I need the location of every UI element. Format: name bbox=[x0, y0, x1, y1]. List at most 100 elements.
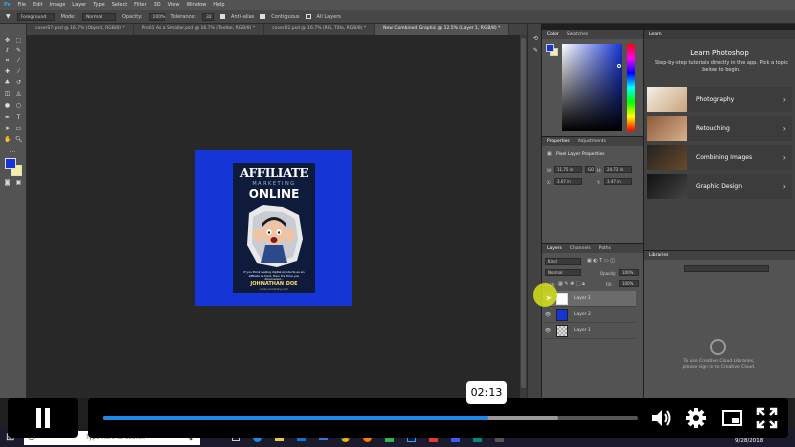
mode-label: Mode: bbox=[60, 13, 76, 20]
history-panel-icon[interactable]: ⟲ bbox=[532, 36, 539, 42]
foreground-color-swatch[interactable] bbox=[5, 158, 16, 169]
marquee-tool-icon[interactable]: ⬚ bbox=[15, 38, 22, 44]
dodge-tool-icon[interactable]: ○ bbox=[15, 103, 22, 109]
antialias-checkbox[interactable] bbox=[220, 14, 226, 19]
visibility-eye-icon[interactable]: 👁︎ bbox=[543, 312, 553, 318]
link-dimensions-button[interactable]: GO bbox=[585, 166, 595, 173]
document-canvas[interactable]: AFFILIATE MARKETING ONLINE If you think … bbox=[195, 150, 352, 306]
brush-tool-icon[interactable]: ⁄ bbox=[15, 69, 22, 75]
menu-filter[interactable]: Filter bbox=[134, 2, 146, 8]
eraser-tool-icon[interactable]: ◫ bbox=[4, 91, 11, 97]
hand-tool-icon[interactable]: ✋ bbox=[4, 137, 11, 143]
learn-item-graphic-design[interactable]: Graphic Design › bbox=[647, 174, 792, 199]
menu-edit[interactable]: Edit bbox=[33, 2, 43, 8]
volume-icon[interactable] bbox=[650, 407, 672, 429]
pen-tool-icon[interactable]: ✒ bbox=[4, 115, 11, 121]
scroll-thumb[interactable] bbox=[521, 38, 526, 388]
tab-doc-3[interactable]: cover02.psd @ 16.7% (RG, Title, RGB/8) * bbox=[264, 24, 376, 35]
layer-name[interactable]: Layer 2 bbox=[574, 312, 591, 317]
tab-color[interactable]: Color bbox=[547, 32, 559, 37]
history-brush-icon[interactable]: ↺ bbox=[15, 80, 22, 86]
layer-filter-icons[interactable]: ▣ ◐ T ▭ ◫ bbox=[587, 258, 615, 264]
width-input[interactable]: 11.75 in bbox=[554, 166, 582, 173]
stamp-tool-icon[interactable]: ♣ bbox=[4, 80, 11, 86]
mode-select[interactable]: Normal bbox=[81, 12, 116, 21]
eyedropper-tool-icon[interactable]: ⁄ bbox=[15, 58, 22, 64]
fullscreen-icon[interactable] bbox=[756, 407, 778, 429]
layer-row[interactable]: 👁︎ Layer 2 bbox=[543, 307, 636, 323]
tab-swatches[interactable]: Swatches bbox=[567, 32, 589, 37]
color-fg-swatch[interactable] bbox=[546, 44, 554, 52]
paint-bucket-icon[interactable]: ▼ bbox=[6, 13, 11, 20]
brush-panel-icon[interactable]: ✎ bbox=[532, 48, 539, 54]
layer-opacity-input[interactable]: 100% bbox=[619, 269, 639, 276]
retouching-thumbnail bbox=[647, 116, 687, 141]
x-input[interactable]: 3.07 in bbox=[554, 178, 582, 185]
color-picker-field[interactable] bbox=[562, 44, 622, 131]
layer-filter-select[interactable]: Kind bbox=[545, 258, 581, 265]
tab-doc-2[interactable]: Pro01 As a Smaller.psd @ 16.7% (Textbe, … bbox=[134, 24, 265, 35]
fill-source-select[interactable]: Foreground bbox=[16, 12, 55, 21]
screen-mode-icon[interactable]: ▣ bbox=[15, 180, 22, 186]
zoom-tool-icon[interactable]: 🔍︎ bbox=[15, 137, 23, 143]
lasso-tool-icon[interactable]: ℓ bbox=[4, 48, 11, 54]
learn-item-retouching[interactable]: Retouching › bbox=[647, 116, 792, 141]
visibility-eye-icon[interactable]: 👁︎ bbox=[543, 328, 553, 334]
tab-adjustments[interactable]: Adjustments bbox=[578, 139, 606, 144]
menu-layer[interactable]: Layer bbox=[72, 2, 86, 8]
y-input[interactable]: 3.47 in bbox=[604, 178, 632, 185]
crop-tool-icon[interactable]: ⌗ bbox=[4, 58, 11, 64]
quick-select-tool-icon[interactable]: ✎ bbox=[15, 48, 22, 54]
menu-select[interactable]: Select bbox=[112, 2, 127, 8]
menu-view[interactable]: View bbox=[168, 2, 180, 8]
tab-learn[interactable]: Learn bbox=[649, 32, 662, 37]
contiguous-checkbox[interactable] bbox=[260, 14, 266, 19]
tab-layers[interactable]: Layers bbox=[547, 246, 562, 251]
tab-paths[interactable]: Paths bbox=[599, 246, 611, 251]
move-tool-icon[interactable]: ✥ bbox=[4, 38, 11, 44]
picture-in-picture-icon[interactable] bbox=[721, 407, 743, 429]
blur-tool-icon[interactable]: ● bbox=[4, 103, 11, 109]
all-layers-checkbox[interactable] bbox=[305, 14, 311, 19]
tolerance-input[interactable]: 32 bbox=[202, 12, 215, 21]
menu-type[interactable]: Type bbox=[93, 2, 104, 8]
menu-file[interactable]: File bbox=[18, 2, 26, 8]
menu-help[interactable]: Help bbox=[213, 2, 224, 8]
menu-3d[interactable]: 3D bbox=[154, 2, 161, 8]
tab-doc-1[interactable]: cover07.psd @ 16.7% (Object, RGB/8) * bbox=[27, 24, 134, 35]
settings-gear-icon[interactable] bbox=[685, 407, 707, 429]
tab-properties[interactable]: Properties bbox=[547, 139, 570, 144]
menu-window[interactable]: Window bbox=[186, 2, 206, 8]
photography-thumbnail bbox=[647, 87, 687, 112]
path-select-tool-icon[interactable]: ➤ bbox=[4, 126, 11, 132]
type-tool-icon[interactable]: T bbox=[15, 115, 22, 121]
layer-row[interactable]: 👁︎ Layer 1 bbox=[543, 323, 636, 339]
chevron-right-icon: › bbox=[782, 124, 786, 133]
layers-panel-header: Layers Channels Paths bbox=[542, 244, 643, 253]
menu-image[interactable]: Image bbox=[50, 2, 66, 8]
height-input[interactable]: 24.72 in bbox=[604, 166, 632, 173]
layer-name[interactable]: Layer 1 bbox=[574, 296, 591, 301]
healing-tool-icon[interactable]: ✚ bbox=[4, 69, 11, 75]
fill-input[interactable]: 100% bbox=[619, 280, 639, 287]
seek-bar[interactable] bbox=[103, 416, 638, 420]
pause-button[interactable] bbox=[8, 398, 78, 438]
learn-item-photography[interactable]: Photography › bbox=[647, 87, 792, 112]
more-tools-icon[interactable]: … bbox=[9, 148, 16, 154]
hue-slider[interactable] bbox=[627, 44, 635, 131]
quick-mask-icon[interactable]: ◙ bbox=[4, 180, 11, 186]
library-select[interactable] bbox=[684, 265, 769, 272]
layer-name[interactable]: Layer 1 bbox=[574, 328, 591, 333]
tab-libraries[interactable]: Libraries bbox=[649, 253, 668, 258]
shape-tool-icon[interactable]: ▭ bbox=[15, 126, 22, 132]
tab-channels[interactable]: Channels bbox=[570, 246, 591, 251]
tools-panel: ✥ ⬚ ℓ ✎ ⌗ ⁄ ✚ ⁄ ♣ ↺ ◫ ◬ ● ○ ✒ T ➤ ▭ ✋ 🔍︎… bbox=[0, 24, 27, 398]
blend-mode-select[interactable]: Normal bbox=[545, 269, 581, 276]
learn-item-combining-images[interactable]: Combining Images › bbox=[647, 145, 792, 170]
vertical-scrollbar[interactable] bbox=[520, 35, 527, 398]
opacity-input[interactable]: 100% bbox=[148, 12, 165, 21]
chevron-right-icon: › bbox=[782, 182, 786, 191]
tab-doc-4[interactable]: New Combined Graphic @ 12.5% (Layer 1, R… bbox=[375, 24, 510, 35]
lock-icons[interactable]: ▦ ✎ ✥ ⬚ 🔒︎ bbox=[558, 281, 585, 287]
paint-bucket-tool-icon[interactable]: ◬ bbox=[15, 91, 22, 97]
